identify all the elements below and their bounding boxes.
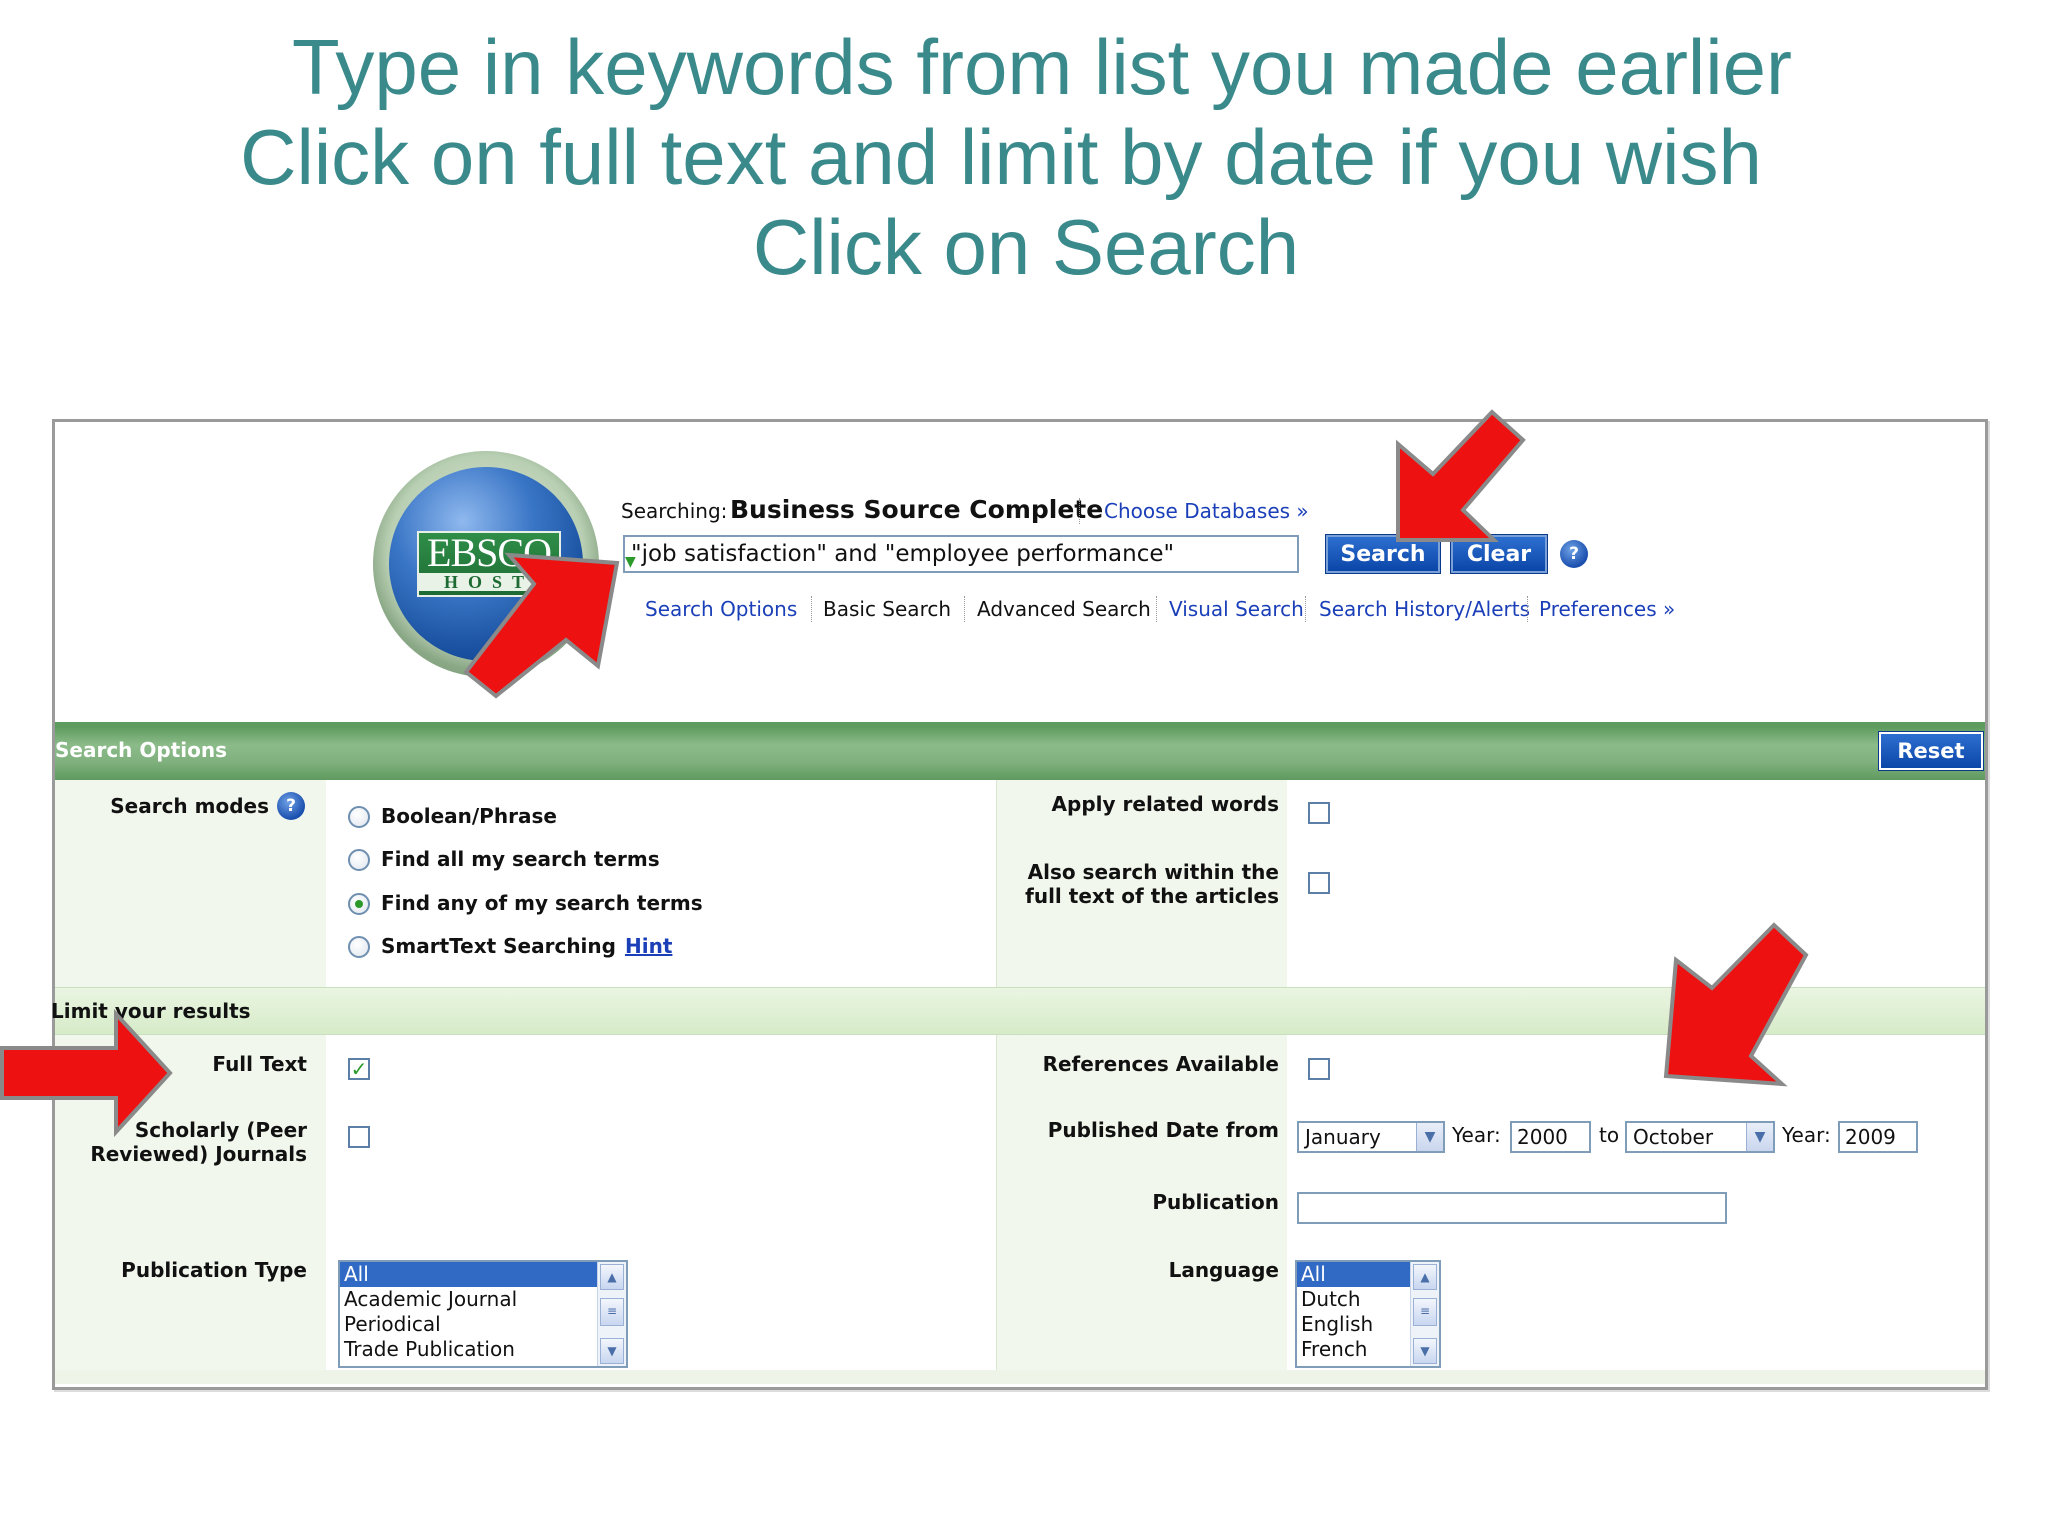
annotation-arrows [0,409,1809,1138]
red-arrow-icon-search [1396,409,1526,542]
red-arrow-icon-date [1663,922,1809,1087]
red-arrow-icon [0,409,1809,1138]
red-arrow-icon-input [463,552,620,699]
red-arrow-icon-fulltext [0,1008,173,1138]
